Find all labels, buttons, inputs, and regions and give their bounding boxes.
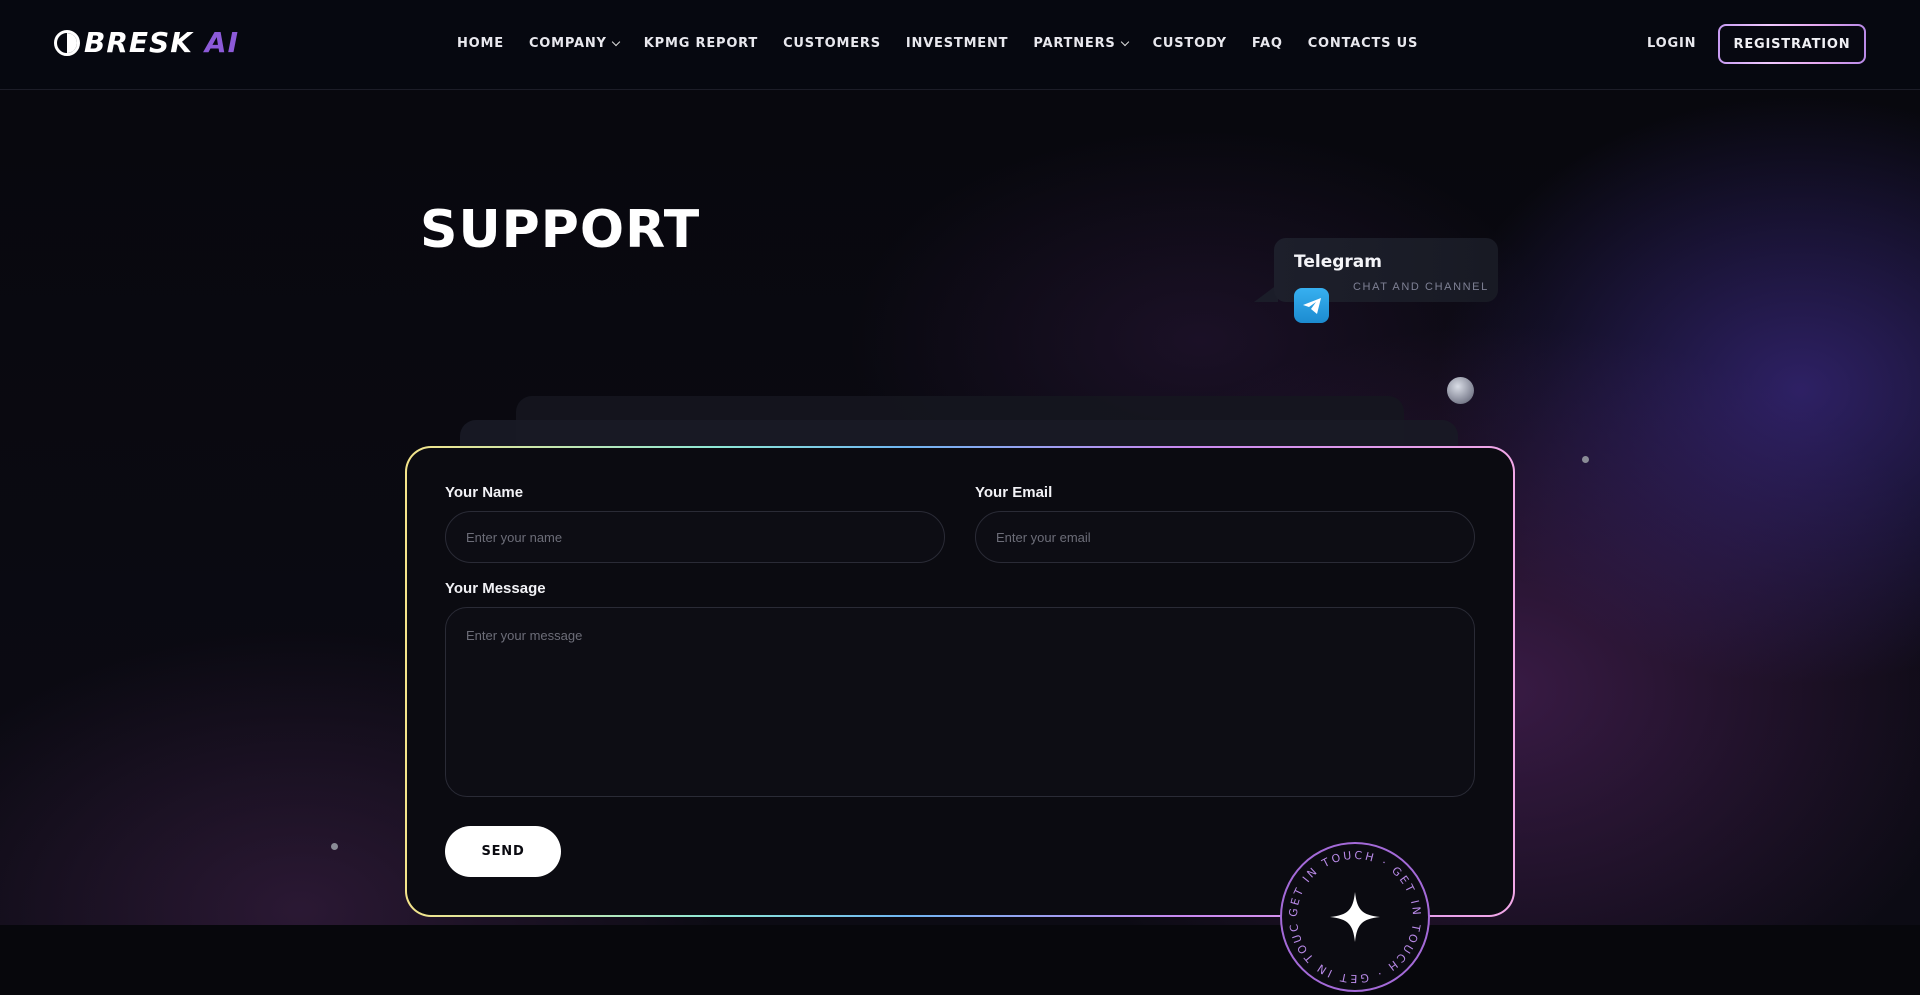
get-in-touch-badge[interactable]: GET IN TOUCH · GET IN TOUCH · GET IN TOU…: [1277, 834, 1430, 992]
nav-item-kpmg-report[interactable]: KPMG REPORT: [644, 36, 758, 51]
nav-item-custody[interactable]: CUSTODY: [1153, 36, 1227, 51]
nav-item-customers[interactable]: CUSTOMERS: [783, 36, 881, 51]
nav-item-partners[interactable]: PARTNERS: [1033, 36, 1129, 51]
nav-item-label: CUSTOMERS: [783, 36, 881, 51]
login-link[interactable]: LOGIN: [1647, 36, 1696, 51]
registration-button[interactable]: REGISTRATION: [1718, 24, 1866, 64]
nav-item-label: HOME: [457, 36, 504, 51]
email-input[interactable]: [975, 511, 1475, 563]
nav-item-home[interactable]: HOME: [457, 36, 504, 51]
chevron-down-icon: [1120, 37, 1129, 47]
nav-item-label: PARTNERS: [1033, 36, 1116, 51]
sparkle-icon: [1330, 892, 1380, 942]
registration-button-label: REGISTRATION: [1720, 26, 1864, 62]
brand-logo[interactable]: BRESK AI: [54, 28, 239, 58]
page-title: SUPPORT: [420, 200, 701, 260]
telegram-icon[interactable]: [1294, 288, 1329, 323]
nav-item-faq[interactable]: FAQ: [1252, 36, 1283, 51]
telegram-title: Telegram: [1294, 252, 1382, 272]
top-navbar: BRESK AI HOME COMPANY KPMG REPORT CUSTOMERS…: [0, 0, 1920, 90]
nav-item-label: CUSTODY: [1152, 36, 1227, 51]
decorative-orb: [1447, 377, 1474, 404]
message-label: Your Message: [445, 580, 546, 597]
chevron-down-icon: [611, 37, 621, 47]
nav-item-label: FAQ: [1251, 36, 1283, 51]
logo-icon: [54, 30, 80, 56]
email-label: Your Email: [975, 484, 1053, 501]
nav-item-company[interactable]: COMPANY: [528, 36, 621, 51]
nav-item-investment[interactable]: INVESTMENT: [906, 36, 1008, 51]
brand-suffix: AI: [204, 26, 239, 59]
name-label: Your Name: [445, 484, 524, 501]
message-textarea[interactable]: [445, 607, 1475, 797]
send-button[interactable]: SEND: [445, 826, 561, 877]
decorative-dot: [1582, 456, 1589, 463]
main-menu: HOME COMPANY KPMG REPORT CUSTOMERS INVESTMEN…: [457, 36, 1443, 51]
rotating-text-ring: GET IN TOUCH · GET IN TOUCH · GET IN TOU…: [1277, 834, 1421, 985]
nav-item-contacts-us[interactable]: CONTACTS US: [1308, 36, 1418, 51]
nav-item-label: CONTACTS US: [1307, 36, 1419, 51]
decorative-dot: [331, 843, 338, 850]
nav-item-label: INVESTMENT: [905, 36, 1009, 51]
name-input[interactable]: [445, 511, 945, 563]
nav-item-label: KPMG REPORT: [643, 36, 759, 51]
brand-name: BRESK: [84, 26, 193, 59]
telegram-subtitle: CHAT AND CHANNEL: [1353, 281, 1489, 293]
nav-item-label: COMPANY: [528, 36, 607, 51]
paper-plane-icon: [1302, 297, 1321, 314]
